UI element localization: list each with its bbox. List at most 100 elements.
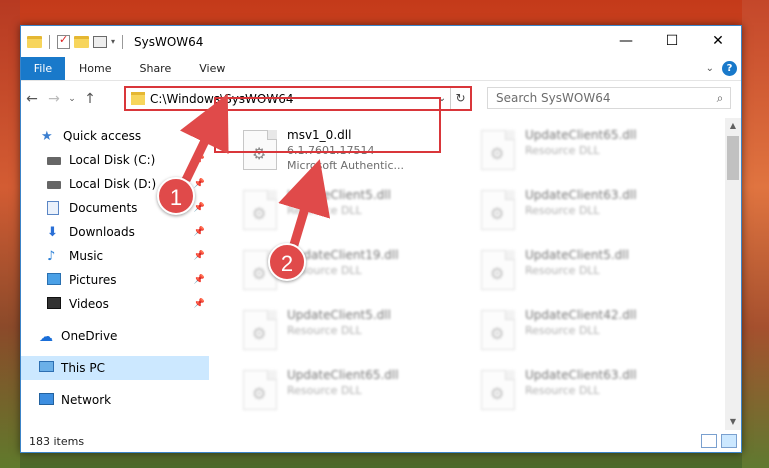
folder-icon <box>27 35 42 48</box>
pin-icon[interactable]: 📌 <box>194 299 205 309</box>
toolbar-separator <box>122 34 124 49</box>
customize-icon[interactable] <box>93 35 107 48</box>
file-item[interactable]: ⚙ UpdateClient63.dll Resource DLL <box>475 364 707 422</box>
back-arrow-icon[interactable]: ← <box>21 91 43 107</box>
search-icon[interactable]: ⌕ <box>710 91 730 106</box>
sidebar-item-label: Local Disk (C:) <box>69 153 156 167</box>
dll-file-icon: ⚙ <box>481 250 515 290</box>
network-icon <box>39 393 55 407</box>
recent-locations-icon[interactable]: ⌄ <box>65 94 79 104</box>
sidebar-item-quick-access[interactable]: ★ Quick access <box>21 124 209 148</box>
file-item[interactable]: ⚙ UpdateClient5.dll Resource DLL <box>475 244 707 302</box>
file-description: Microsoft Authentic... <box>287 159 404 172</box>
tab-view[interactable]: View <box>185 57 239 80</box>
dll-file-icon: ⚙ <box>481 190 515 230</box>
pin-icon[interactable]: 📌 <box>194 251 205 261</box>
file-name: UpdateClient5.dll <box>287 308 391 322</box>
new-folder-icon[interactable] <box>74 35 89 48</box>
sidebar-item-label: Local Disk (D:) <box>69 177 157 191</box>
file-description: Resource DLL <box>525 144 600 157</box>
gear-icon: ⚙ <box>490 264 505 283</box>
maximize-button[interactable]: ☐ <box>649 26 695 56</box>
file-item[interactable]: ⚙ UpdateClient5.dll Resource DLL <box>237 304 469 362</box>
file-item[interactable]: ⚙ UpdateClient63.dll Resource DLL <box>475 184 707 242</box>
sidebar-item-label: Pictures <box>69 273 117 287</box>
pin-icon[interactable]: 📌 <box>194 227 205 237</box>
large-icons-view-icon[interactable] <box>721 434 737 448</box>
sidebar-item-downloads[interactable]: ⬇ Downloads 📌 <box>21 220 209 244</box>
dll-file-icon: ⚙ <box>481 130 515 170</box>
title-bar: ▾ SysWOW64 — ☐ ✕ <box>21 26 741 57</box>
pin-icon[interactable]: 📌 <box>194 203 205 213</box>
close-button[interactable]: ✕ <box>695 26 741 56</box>
view-buttons <box>701 434 737 448</box>
file-name: UpdateClient5.dll <box>525 248 629 262</box>
gear-icon: ⚙ <box>252 384 267 403</box>
gear-icon: ⚙ <box>490 144 505 163</box>
disk-icon <box>47 153 63 167</box>
dll-file-icon: ⚙ <box>243 370 277 410</box>
tab-home[interactable]: Home <box>65 57 125 80</box>
file-description: Resource DLL <box>287 204 362 217</box>
minimize-button[interactable]: — <box>603 26 649 56</box>
sidebar-item-pictures[interactable]: Pictures 📌 <box>21 268 209 292</box>
file-item[interactable]: ⚙ UpdateClient65.dll Resource DLL <box>475 124 707 182</box>
forward-arrow-icon[interactable]: → <box>43 91 65 107</box>
sidebar-item-label: Videos <box>69 297 109 311</box>
file-highlight-box <box>214 97 441 153</box>
file-name: UpdateClient65.dll <box>525 128 637 142</box>
tab-share[interactable]: Share <box>125 57 185 80</box>
pin-icon[interactable]: 📌 <box>194 155 205 165</box>
tab-file[interactable]: File <box>21 57 65 80</box>
help-icon[interactable]: ? <box>722 61 737 76</box>
sidebar-item-network[interactable]: Network <box>21 388 209 412</box>
gear-icon: ⚙ <box>490 324 505 343</box>
window-controls: — ☐ ✕ <box>603 26 741 56</box>
dll-file-icon: ⚙ <box>481 310 515 350</box>
file-description: Resource DLL <box>525 264 600 277</box>
sidebar-item-label: Downloads <box>69 225 135 239</box>
vertical-scrollbar[interactable]: ▲ ▼ <box>725 118 741 430</box>
documents-icon <box>47 201 63 215</box>
search-box[interactable]: Search SysWOW64 ⌕ <box>487 87 731 109</box>
sidebar-item-this-pc[interactable]: This PC <box>21 356 209 380</box>
sidebar-item-label: Network <box>61 393 112 407</box>
quick-access-toolbar: ▾ <box>21 33 126 49</box>
address-folder-icon <box>131 92 145 105</box>
refresh-icon[interactable]: ↻ <box>450 88 470 109</box>
file-description: Resource DLL <box>525 384 600 397</box>
qa-dropdown-icon[interactable]: ▾ <box>111 37 115 46</box>
step-marker-1: 1 <box>157 177 195 215</box>
up-arrow-icon[interactable]: ↑ <box>79 91 101 107</box>
file-item[interactable]: ⚙ UpdateClient42.dll Resource DLL <box>475 304 707 362</box>
toolbar-separator <box>49 34 50 49</box>
file-description: Resource DLL <box>287 384 362 397</box>
scroll-down-icon[interactable]: ▼ <box>725 414 741 430</box>
desktop-background-right <box>742 0 769 468</box>
scroll-up-icon[interactable]: ▲ <box>725 118 741 134</box>
pin-icon[interactable]: 📌 <box>194 179 205 189</box>
sidebar-item-onedrive[interactable]: ☁ OneDrive <box>21 324 209 348</box>
scrollbar-thumb[interactable] <box>727 136 739 180</box>
search-placeholder[interactable]: Search SysWOW64 <box>496 91 710 105</box>
sidebar-item-videos[interactable]: Videos 📌 <box>21 292 209 316</box>
file-item[interactable]: ⚙ UpdateClient65.dll Resource DLL <box>237 364 469 422</box>
sidebar-item-music[interactable]: ♪ Music 📌 <box>21 244 209 268</box>
sidebar-item-label: This PC <box>61 361 105 375</box>
dll-file-icon: ⚙ <box>481 370 515 410</box>
sidebar-item-label: Music <box>69 249 104 263</box>
onedrive-icon: ☁ <box>39 329 53 345</box>
dll-file-icon: ⚙ <box>243 190 277 230</box>
file-item[interactable]: ⚙ UpdateClient5.dll Resource DLL <box>237 184 469 242</box>
gear-icon: ⚙ <box>252 324 267 343</box>
gear-icon: ⚙ <box>490 384 505 403</box>
file-description: Resource DLL <box>287 324 362 337</box>
pin-icon[interactable]: 📌 <box>194 275 205 285</box>
details-view-icon[interactable] <box>701 434 717 448</box>
properties-check-icon[interactable] <box>57 33 70 49</box>
file-name: UpdateClient42.dll <box>525 308 637 322</box>
window-title: SysWOW64 <box>134 34 204 49</box>
expand-ribbon-icon[interactable]: ⌄ <box>706 63 714 74</box>
file-name: UpdateClient5.dll <box>287 188 391 202</box>
sidebar-item-local-disk-c[interactable]: Local Disk (C:) 📌 <box>21 148 209 172</box>
